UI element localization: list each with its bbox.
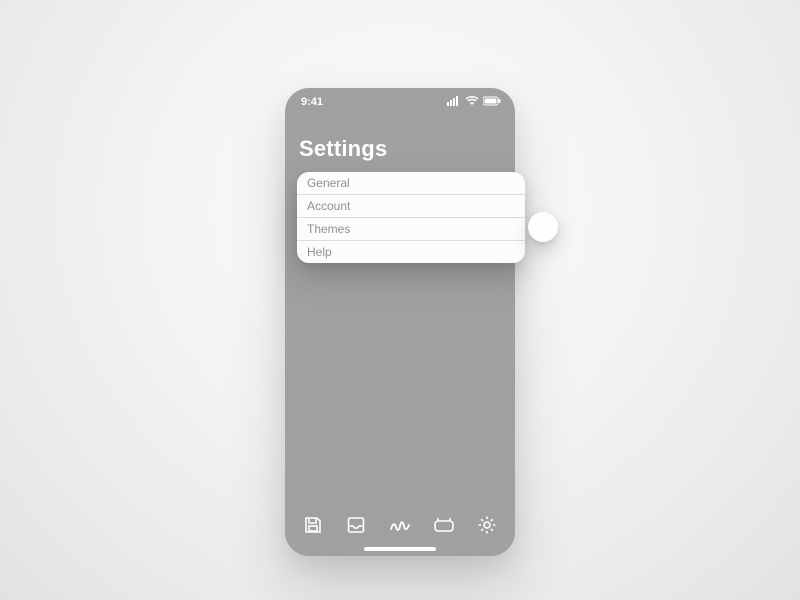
menu-item-label: Themes <box>307 222 350 236</box>
tab-bar <box>285 508 515 542</box>
status-time: 9:41 <box>301 96 323 108</box>
battery-icon <box>483 96 501 106</box>
tab-save[interactable] <box>296 508 330 542</box>
status-bar: 9:41 <box>285 96 515 114</box>
media-icon <box>433 516 455 534</box>
status-icons <box>447 96 501 106</box>
tab-scribble[interactable] <box>383 508 417 542</box>
menu-item-label: Account <box>307 199 350 213</box>
menu-item-help[interactable]: Help <box>297 240 525 263</box>
wifi-icon <box>465 96 479 106</box>
menu-item-general[interactable]: General <box>297 172 525 194</box>
signal-icon <box>447 96 461 106</box>
scribble-icon <box>389 515 411 535</box>
home-indicator <box>364 547 436 551</box>
phone-frame: 9:41 <box>285 88 515 556</box>
menu-item-label: General <box>307 176 350 190</box>
menu-item-account[interactable]: Account <box>297 194 525 217</box>
tab-settings[interactable] <box>470 508 504 542</box>
page-title: Settings <box>299 136 387 162</box>
gear-icon <box>477 515 497 535</box>
inbox-icon <box>346 515 366 535</box>
menu-item-label: Help <box>307 245 332 259</box>
tab-media[interactable] <box>427 508 461 542</box>
stage: 9:41 <box>0 0 800 600</box>
tab-inbox[interactable] <box>339 508 373 542</box>
save-icon <box>303 515 323 535</box>
phone-screen: 9:41 <box>285 88 515 556</box>
settings-menu: General Account Themes Help <box>297 172 525 263</box>
menu-item-themes[interactable]: Themes <box>297 217 525 240</box>
floating-knob[interactable] <box>528 212 558 242</box>
